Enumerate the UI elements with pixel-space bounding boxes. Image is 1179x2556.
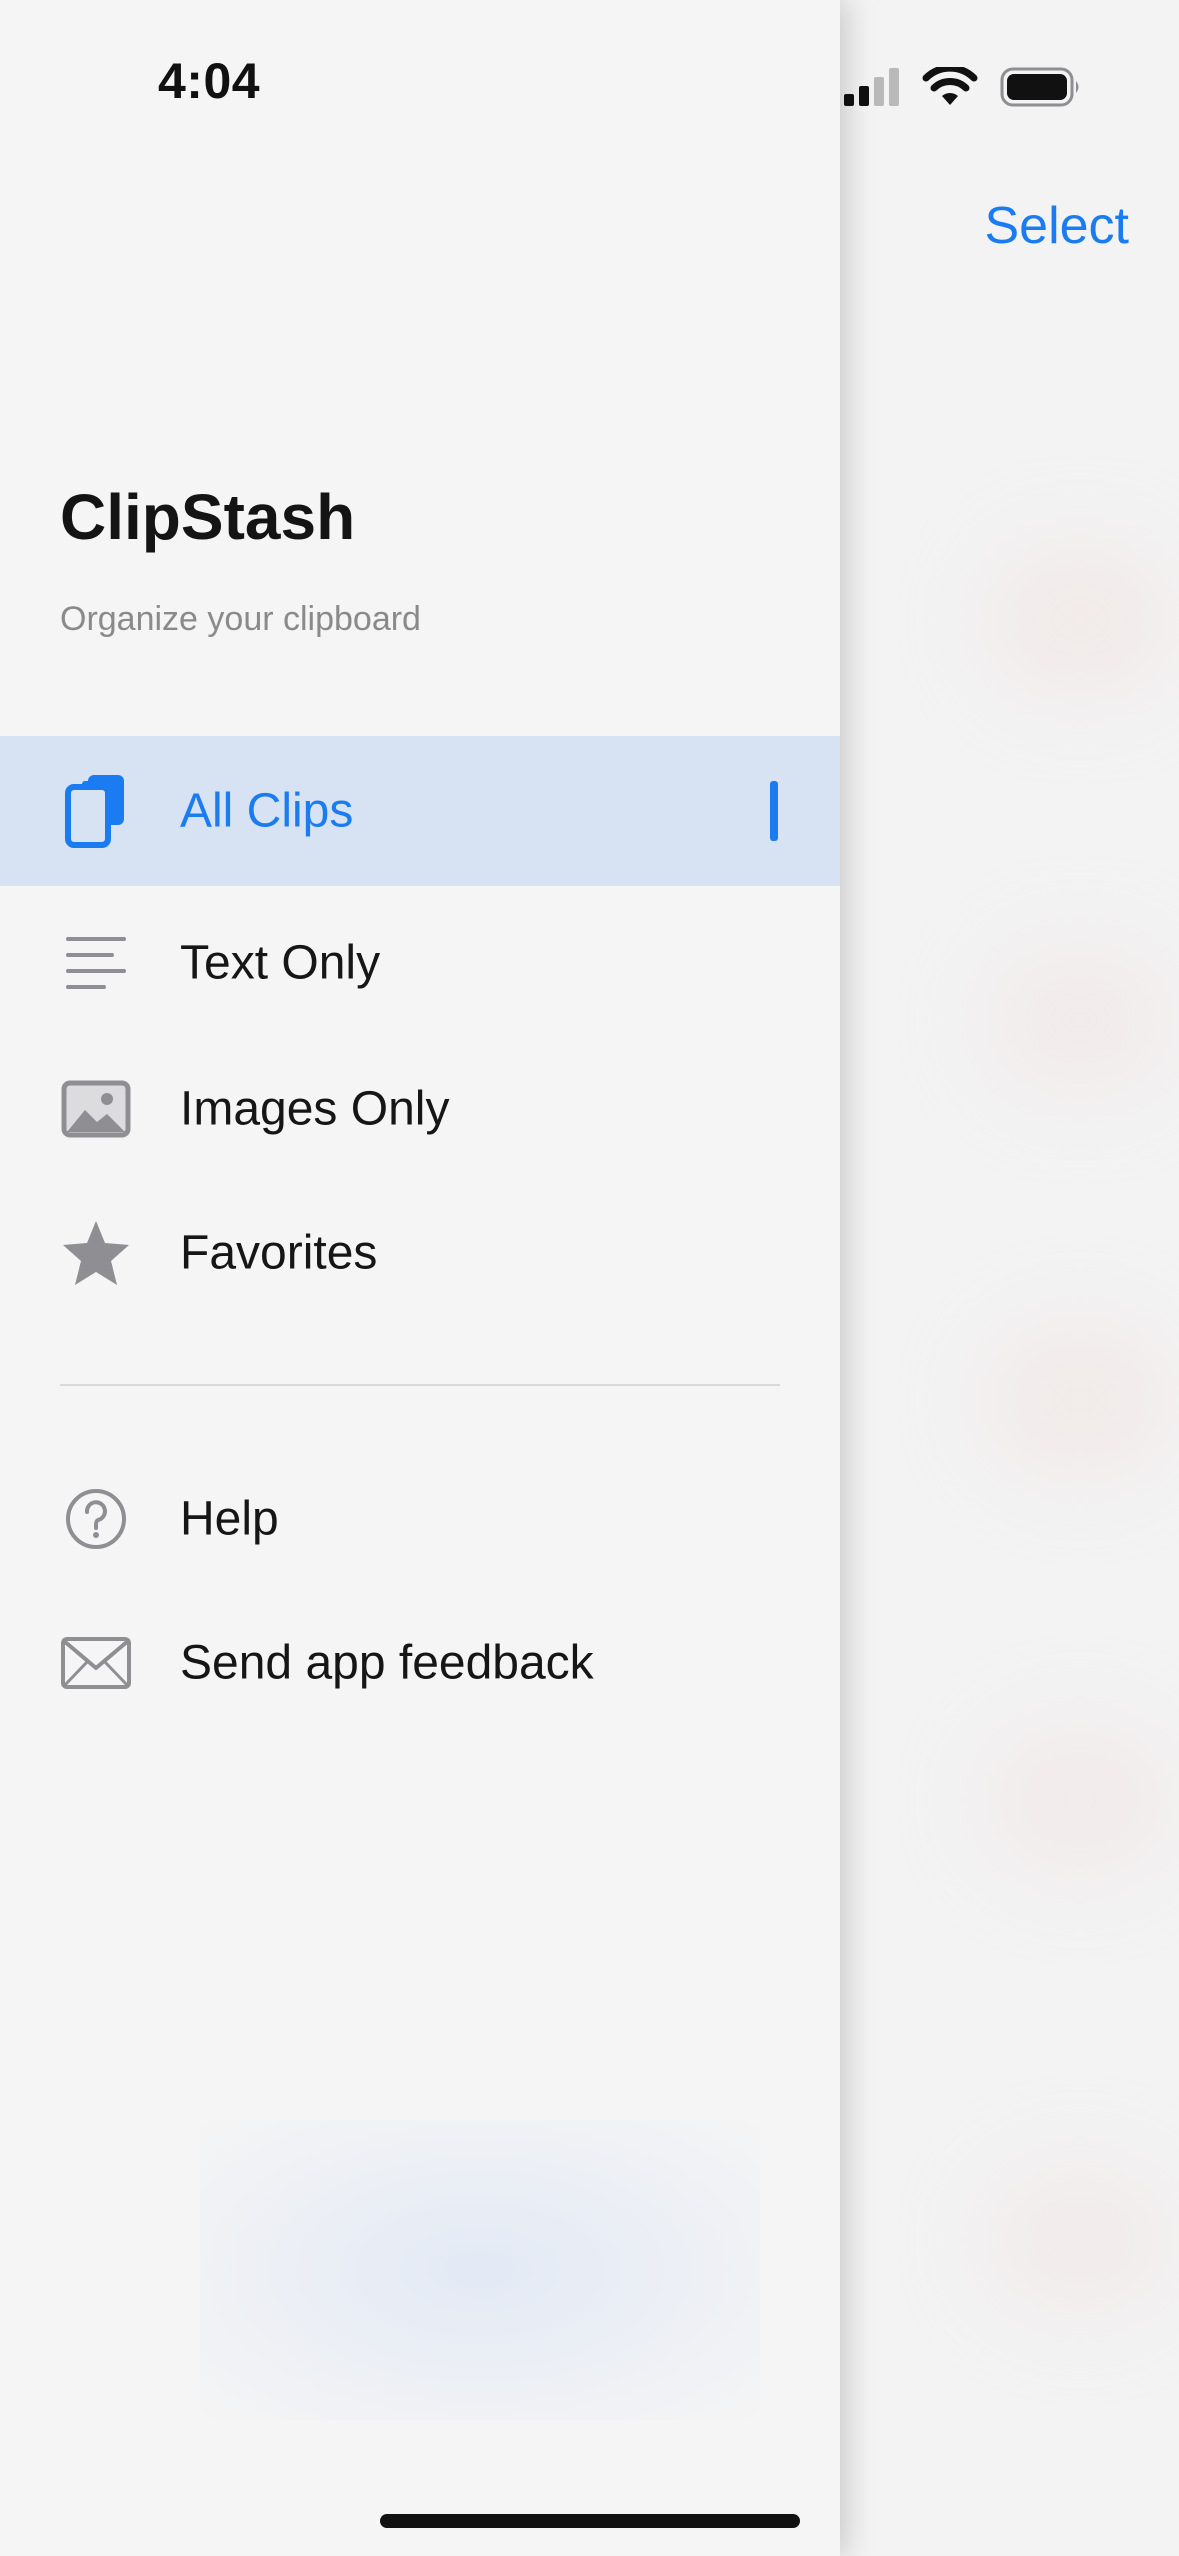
menu-item-label: Text Only	[180, 936, 381, 990]
background-blur	[980, 1720, 1179, 1880]
menu-item-help[interactable]: Help	[0, 1444, 840, 1594]
background-blur	[980, 2160, 1179, 2320]
envelope-icon	[60, 1627, 132, 1699]
home-indicator[interactable]	[380, 2514, 800, 2528]
background-blur	[980, 940, 1179, 1100]
select-button[interactable]: Select	[984, 196, 1129, 256]
status-bar-right	[842, 62, 1082, 112]
cellular-signal-icon	[844, 68, 899, 106]
menu-item-label: Send app feedback	[180, 1636, 594, 1690]
app-title: ClipStash	[60, 481, 356, 553]
text-lines-icon	[60, 927, 132, 999]
app-subtitle: Organize your clipboard	[60, 600, 421, 638]
menu-item-label: All Clips	[180, 784, 354, 838]
drawer-glow	[200, 2120, 760, 2420]
clipboard-icon	[60, 775, 132, 848]
help-circle-icon	[60, 1483, 132, 1555]
background-blur	[980, 540, 1179, 700]
menu-item-label: Favorites	[180, 1226, 378, 1280]
navigation-drawer: 4:04 ClipStash Organize your clipboard A…	[0, 0, 840, 2556]
menu-item-send-feedback[interactable]: Send app feedback	[0, 1588, 840, 1738]
image-icon	[60, 1073, 132, 1145]
background-blur	[980, 1320, 1179, 1480]
menu-item-all-clips[interactable]: All Clips	[0, 736, 840, 886]
menu-item-label: Images Only	[180, 1082, 450, 1136]
status-time: 4:04	[158, 53, 261, 109]
active-indicator	[770, 781, 778, 841]
battery-icon	[1000, 67, 1079, 107]
menu-divider	[60, 1384, 780, 1386]
menu-item-images-only[interactable]: Images Only	[0, 1034, 840, 1184]
wifi-icon	[922, 67, 978, 105]
menu-item-label: Help	[180, 1492, 279, 1546]
menu-item-text-only[interactable]: Text Only	[0, 888, 840, 1038]
menu-item-favorites[interactable]: Favorites	[0, 1178, 840, 1328]
star-icon	[60, 1217, 132, 1289]
